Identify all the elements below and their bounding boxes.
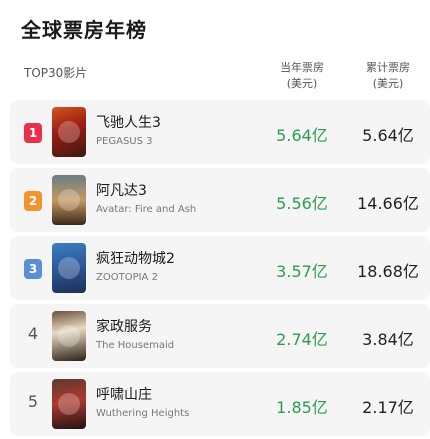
movie-title-cn: 飞驰人生3: [96, 115, 161, 131]
movie-poster: [52, 243, 86, 293]
box-office-page: 全球票房年榜 TOP30影片 当年票房 (美元) 累计票房 (美元) 1 飞驰人…: [0, 0, 430, 439]
page-title: 全球票房年榜: [21, 18, 147, 42]
header-total-line1: 累计票房: [366, 61, 410, 74]
movie-row-1[interactable]: 1 飞驰人生3 PEGASUS 3 5.64亿 5.64亿: [10, 100, 430, 164]
total-box-office: 18.68亿: [357, 262, 419, 281]
header-total-line2: (美元): [372, 77, 404, 90]
movie-poster: [52, 175, 86, 225]
movie-poster: [52, 107, 86, 157]
header-top30-label: TOP30影片: [24, 66, 88, 80]
header-total-box: 累计票房 (美元): [348, 60, 428, 92]
movie-title-en: The Housemaid: [96, 340, 175, 351]
rank-number: 5: [27, 392, 39, 411]
header-year-line2: (美元): [286, 77, 318, 90]
movie-title-en: ZOOTOPIA 2: [96, 272, 158, 283]
movie-row-4[interactable]: 4 家政服务 The Housemaid 2.74亿 3.84亿: [10, 304, 430, 368]
movie-row-2[interactable]: 2 阿凡达3 Avatar: Fire and Ash 5.56亿 14.66亿: [10, 168, 430, 232]
year-box-office: 3.57亿: [276, 262, 328, 281]
header-year-box: 当年票房 (美元): [262, 60, 342, 92]
year-box-office: 1.85亿: [276, 398, 328, 417]
movie-title-cn: 家政服务: [96, 319, 152, 335]
movie-title-en: PEGASUS 3: [96, 136, 153, 147]
movie-title-cn: 呼啸山庄: [96, 387, 152, 403]
total-box-office: 2.17亿: [362, 398, 414, 417]
header-year-line1: 当年票房: [280, 61, 324, 74]
movie-poster: [52, 379, 86, 429]
rank-number: 4: [27, 324, 39, 343]
movie-title-en: Wuthering Heights: [96, 408, 190, 419]
year-box-office: 5.64亿: [276, 126, 328, 145]
total-box-office: 14.66亿: [357, 194, 419, 213]
movie-title-cn: 阿凡达3: [96, 183, 147, 199]
total-box-office: 5.64亿: [362, 126, 414, 145]
rank-badge: 3: [24, 259, 42, 279]
rank-badge: 1: [24, 123, 42, 143]
year-box-office: 5.56亿: [276, 194, 328, 213]
movie-row-3[interactable]: 3 疯狂动物城2 ZOOTOPIA 2 3.57亿 18.68亿: [10, 236, 430, 300]
year-box-office: 2.74亿: [276, 330, 328, 349]
movie-row-5[interactable]: 5 呼啸山庄 Wuthering Heights 1.85亿 2.17亿: [10, 372, 430, 436]
rank-badge: 2: [24, 191, 42, 211]
table-header: TOP30影片 当年票房 (美元) 累计票房 (美元): [0, 60, 430, 100]
movie-title-cn: 疯狂动物城2: [96, 251, 175, 267]
movie-poster: [52, 311, 86, 361]
total-box-office: 3.84亿: [362, 330, 414, 349]
movie-title-en: Avatar: Fire and Ash: [96, 204, 197, 215]
